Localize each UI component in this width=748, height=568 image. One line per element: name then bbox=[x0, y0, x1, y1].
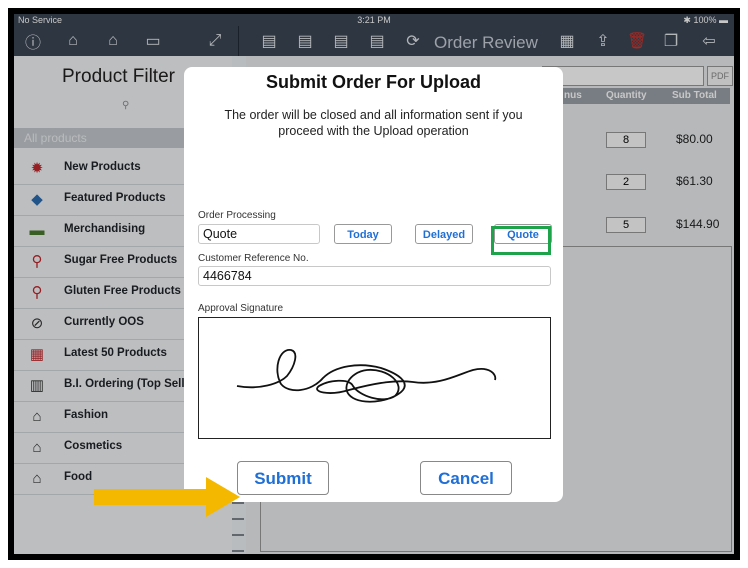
submit-button[interactable]: Submit bbox=[237, 461, 329, 495]
signature-label: Approval Signature bbox=[198, 303, 284, 314]
customer-ref-label: Customer Reference No. bbox=[198, 253, 309, 264]
order-processing-field[interactable]: Quote bbox=[198, 224, 320, 244]
today-button[interactable]: Today bbox=[334, 224, 392, 244]
pointer-arrow-icon bbox=[94, 477, 240, 517]
signature-drawing bbox=[236, 349, 497, 403]
quote-highlight-box bbox=[491, 226, 551, 255]
order-processing-label: Order Processing bbox=[198, 210, 276, 221]
signature-pad[interactable] bbox=[198, 317, 551, 439]
customer-ref-input[interactable]: 4466784 bbox=[198, 266, 551, 286]
device-frame: No Service 3:21 PM ✱ 100% ▬ ⓘ ⌂ ⌂ ▭ ⤢ ▤ … bbox=[8, 8, 740, 560]
cancel-button[interactable]: Cancel bbox=[420, 461, 512, 495]
dialog-title: Submit Order For Upload bbox=[265, 72, 481, 92]
delayed-button[interactable]: Delayed bbox=[415, 224, 473, 244]
app-screen: No Service 3:21 PM ✱ 100% ▬ ⓘ ⌂ ⌂ ▭ ⤢ ▤ … bbox=[14, 14, 734, 554]
dialog-message: The order will be closed and all informa… bbox=[224, 108, 523, 138]
submit-order-dialog: Submit Order For Upload The order will b… bbox=[184, 67, 563, 502]
